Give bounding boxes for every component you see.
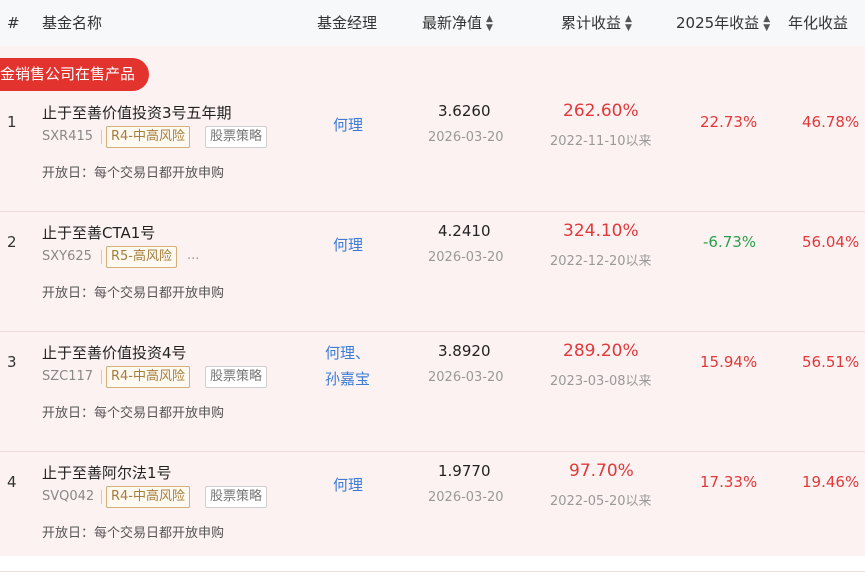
open-day-info: 开放日：每个交易日都开放申购 bbox=[42, 406, 225, 421]
latest-nav: 3.6260 bbox=[438, 102, 491, 120]
strategy-tag: 股票策略 bbox=[205, 366, 268, 388]
manager-link[interactable]: 何理 bbox=[333, 234, 363, 255]
col-index-header: # bbox=[7, 14, 20, 32]
return-2025: -6.73% bbox=[703, 233, 757, 251]
since-date: 2022-12-20以来 bbox=[550, 254, 652, 269]
strategy-tag: 股票策略 bbox=[205, 486, 268, 508]
fund-code: SVQ042 bbox=[42, 489, 95, 504]
since-date: 2023-03-08以来 bbox=[550, 374, 652, 389]
sort-icon[interactable]: ▲ ▼ bbox=[763, 14, 770, 33]
since-date: 2022-11-10以来 bbox=[550, 134, 652, 149]
cumulative-return: 324.10% bbox=[563, 221, 639, 241]
annualized-return: 19.46% bbox=[802, 473, 860, 491]
col-nav-header[interactable]: 最新净值 ▲ ▼ bbox=[422, 0, 493, 46]
latest-nav: 4.2410 bbox=[438, 222, 491, 240]
manager-link[interactable]: 何理、 bbox=[325, 342, 370, 363]
col-name-header: 基金名称 bbox=[42, 14, 103, 32]
manager-link[interactable]: 孙嘉宝 bbox=[325, 368, 370, 389]
fund-name-link[interactable]: 止于至善价值投资3号五年期 bbox=[42, 102, 232, 123]
col-manager-header: 基金经理 bbox=[317, 14, 378, 32]
row-index: 2 bbox=[7, 233, 17, 251]
risk-tag: R4-中高风险 bbox=[106, 366, 190, 388]
fund-name-link[interactable]: 止于至善CTA1号 bbox=[42, 222, 155, 243]
row-index: 4 bbox=[7, 473, 17, 491]
more-tags-ellipsis[interactable]: ... bbox=[187, 246, 199, 266]
fund-code: SXR415 bbox=[42, 129, 94, 144]
since-date: 2022-05-20以来 bbox=[550, 494, 652, 509]
col-cum-header[interactable]: 累计收益 ▲ ▼ bbox=[561, 0, 632, 46]
on-sale-banner: 金销售公司在售产品 bbox=[0, 58, 150, 91]
open-day-info: 开放日：每个交易日都开放申购 bbox=[42, 166, 225, 181]
annualized-return: 56.51% bbox=[802, 353, 860, 371]
row-index: 3 bbox=[7, 353, 17, 371]
col-nav-label: 最新净值 bbox=[422, 14, 483, 32]
nav-date: 2026-03-20 bbox=[428, 490, 504, 505]
col-annual-header: 年化收益 bbox=[788, 14, 849, 32]
cumulative-return: 289.20% bbox=[563, 341, 639, 361]
open-day-info: 开放日：每个交易日都开放申购 bbox=[42, 526, 225, 541]
table-header: # 基金名称 基金经理 最新净值 ▲ ▼ 累计收益 ▲ ▼ 2025年收益 ▲ ▼ 年化收益 bbox=[0, 0, 865, 46]
latest-nav: 1.9770 bbox=[438, 462, 491, 480]
divider bbox=[101, 490, 102, 504]
risk-tag: R4-中高风险 bbox=[106, 486, 190, 508]
col-2025-label: 2025年收益 bbox=[676, 14, 760, 32]
col-cum-label: 累计收益 bbox=[561, 14, 622, 32]
divider bbox=[101, 250, 102, 264]
divider bbox=[101, 370, 102, 384]
cumulative-return: 97.70% bbox=[569, 461, 634, 481]
return-2025: 15.94% bbox=[700, 353, 758, 371]
annualized-return: 56.04% bbox=[802, 233, 860, 251]
table-row[interactable]: 1 止于至善价值投资3号五年期 SXR415 R4-中高风险 股票策略开放日：每个交易日… bbox=[0, 92, 865, 212]
latest-nav: 3.8920 bbox=[438, 342, 491, 360]
col-2025-header[interactable]: 2025年收益 ▲ ▼ bbox=[676, 0, 770, 46]
fund-name-link[interactable]: 止于至善阿尔法1号 bbox=[42, 462, 172, 483]
open-day-info: 开放日：每个交易日都开放申购 bbox=[42, 286, 225, 301]
manager-link[interactable]: 何理 bbox=[333, 474, 363, 495]
nav-date: 2026-03-20 bbox=[428, 130, 504, 145]
risk-tag: R5-高风险 bbox=[106, 246, 177, 268]
fund-code: SXY625 bbox=[42, 249, 92, 264]
risk-tag: R4-中高风险 bbox=[106, 126, 190, 148]
return-2025: 22.73% bbox=[700, 113, 758, 131]
nav-date: 2026-03-20 bbox=[428, 250, 504, 265]
table-row[interactable]: 4 止于至善阿尔法1号 SVQ042 R4-中高风险 股票策略开放日：每个交易日都开放申… bbox=[0, 452, 865, 572]
fund-code: SZC117 bbox=[42, 369, 94, 384]
table-row[interactable]: 3 止于至善价值投资4号 SZC117 R4-中高风险 股票策略开放日：每个交易日都开放… bbox=[0, 332, 865, 452]
divider bbox=[101, 130, 102, 144]
sort-icon[interactable]: ▲ ▼ bbox=[486, 14, 493, 33]
row-index: 1 bbox=[7, 113, 17, 131]
manager-link[interactable]: 何理 bbox=[333, 114, 363, 135]
table-row[interactable]: 2 止于至善CTA1号 SXY625 R5-高风险... 开放日：每个交易日都开放申购 何… bbox=[0, 212, 865, 332]
return-2025: 17.33% bbox=[700, 473, 758, 491]
cumulative-return: 262.60% bbox=[563, 101, 639, 121]
annualized-return: 46.78% bbox=[802, 113, 860, 131]
strategy-tag: 股票策略 bbox=[205, 126, 268, 148]
fund-name-link[interactable]: 止于至善价值投资4号 bbox=[42, 342, 187, 363]
nav-date: 2026-03-20 bbox=[428, 370, 504, 385]
sort-icon[interactable]: ▲ ▼ bbox=[625, 14, 632, 33]
